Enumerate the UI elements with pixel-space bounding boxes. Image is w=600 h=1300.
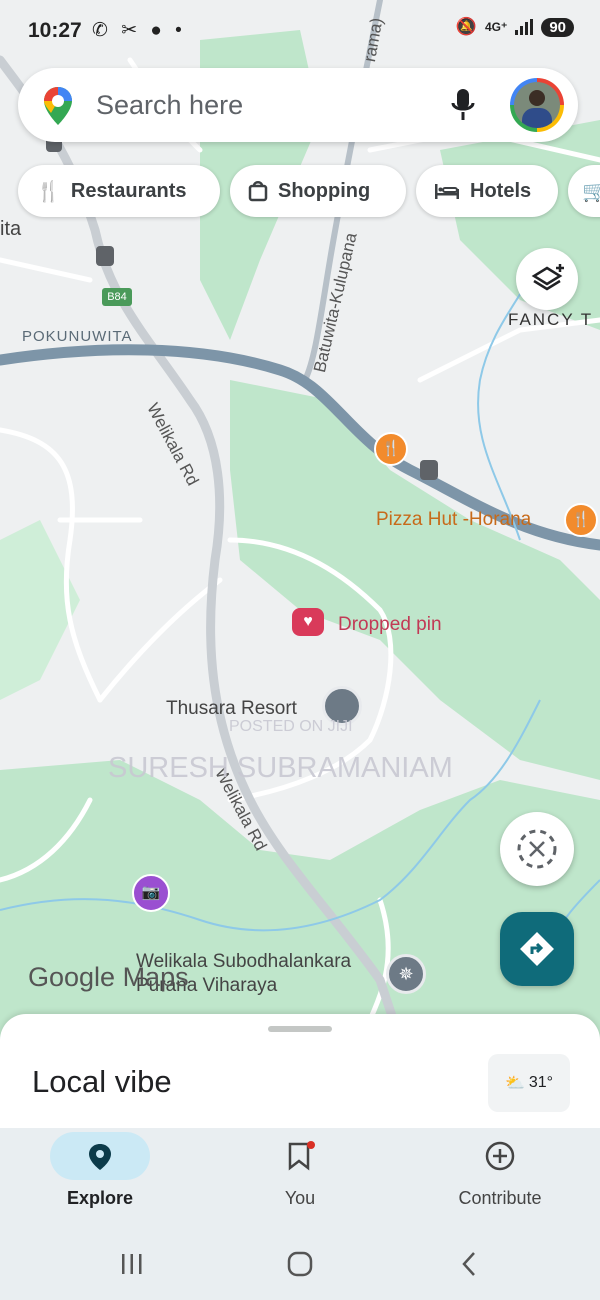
restaurant-pin-icon[interactable]: 🍴 bbox=[374, 432, 408, 466]
bus-stop-icon[interactable] bbox=[420, 460, 438, 480]
chip-shopping[interactable]: Shopping bbox=[230, 165, 406, 217]
notification-icons: ✆ ✂ ● • bbox=[92, 20, 186, 41]
cart-icon: 🛒 bbox=[582, 180, 600, 203]
mute-icon: 🔕 bbox=[455, 17, 477, 36]
back-icon[interactable] bbox=[456, 1250, 484, 1278]
system-navigation-bar bbox=[0, 1228, 600, 1300]
status-right: 🔕 4G⁺ 90 bbox=[456, 17, 574, 37]
shopping-bag-icon bbox=[248, 181, 268, 202]
directions-icon bbox=[520, 932, 554, 966]
google-maps-pin-icon bbox=[44, 87, 72, 125]
avatar-photo bbox=[514, 82, 560, 128]
search-input[interactable]: Search here bbox=[96, 90, 243, 121]
status-time: 10:27 bbox=[28, 19, 82, 42]
restaurant-pin-icon[interactable]: 🍴 bbox=[564, 503, 598, 537]
location-pin-icon bbox=[89, 1144, 111, 1170]
nav-label: Contribute bbox=[458, 1188, 542, 1208]
restaurant-icon: 🍴 bbox=[36, 180, 61, 203]
network-label: 4G⁺ bbox=[484, 20, 508, 34]
map-label-dropped-pin[interactable]: Dropped pin bbox=[338, 614, 442, 636]
search-bar[interactable]: Search here bbox=[18, 68, 578, 142]
bookmark-icon bbox=[288, 1141, 315, 1171]
nav-contribute[interactable]: Contribute bbox=[400, 1128, 600, 1228]
nav-you[interactable]: You bbox=[200, 1128, 400, 1228]
account-avatar[interactable] bbox=[510, 78, 564, 132]
layers-button[interactable] bbox=[516, 248, 578, 310]
battery-indicator: 90 bbox=[541, 17, 574, 37]
weather-temp: 31° bbox=[528, 1074, 554, 1091]
location-crosshair-icon bbox=[517, 829, 557, 869]
chip-label: Restaurants bbox=[70, 179, 187, 202]
map-label-ita: ita bbox=[0, 218, 22, 240]
nav-explore[interactable]: Explore bbox=[0, 1128, 200, 1228]
recent-apps-icon[interactable] bbox=[118, 1250, 146, 1278]
my-location-button[interactable] bbox=[500, 812, 574, 886]
map-label-pizza-hut[interactable]: Pizza Hut -Horana bbox=[376, 509, 531, 531]
watermark-line2: SURESH SUBRAMANIAM bbox=[108, 752, 453, 784]
signal-icon bbox=[515, 19, 534, 35]
map-label-thusara[interactable]: Thusara Resort bbox=[166, 698, 297, 720]
nav-label: Explore bbox=[66, 1188, 134, 1208]
bus-stop-icon[interactable] bbox=[96, 246, 114, 266]
chip-hotels[interactable]: Hotels bbox=[416, 165, 558, 217]
status-bar: 10:27 ✆ ✂ ● • 🔕 4G⁺ 90 bbox=[0, 0, 600, 60]
temple-pin-icon[interactable]: ✵ bbox=[386, 954, 426, 994]
bottom-navigation: Explore You Contribute bbox=[0, 1128, 600, 1228]
directions-button[interactable] bbox=[500, 912, 574, 986]
partly-sunny-icon: ⛅ bbox=[504, 1075, 525, 1092]
bed-icon bbox=[435, 184, 459, 199]
chip-label: Hotels bbox=[470, 179, 532, 202]
microphone-icon[interactable] bbox=[450, 87, 476, 123]
map-label-fancy: FANCY T bbox=[508, 310, 594, 329]
nav-label: You bbox=[284, 1188, 316, 1208]
chip-restaurants[interactable]: 🍴 Restaurants bbox=[18, 165, 220, 217]
map-label-pokunuwita: POKUNUWITA bbox=[22, 328, 133, 345]
chip-label: Shopping bbox=[278, 179, 371, 202]
sheet-title: Local vibe bbox=[32, 1064, 172, 1099]
google-maps-logo: Google Maps bbox=[28, 962, 189, 992]
weather-chip[interactable]: ⛅ 31° bbox=[488, 1054, 570, 1112]
bottom-sheet[interactable]: Local vibe ⛅ 31° bbox=[0, 1014, 600, 1134]
drag-handle[interactable] bbox=[268, 1026, 332, 1032]
watermark-line1: POSTED ON JIJI bbox=[229, 718, 353, 735]
home-icon[interactable] bbox=[286, 1250, 314, 1278]
camera-pin-icon[interactable]: 📷 bbox=[132, 874, 170, 912]
add-circle-icon bbox=[485, 1141, 515, 1171]
dropped-pin-icon[interactable]: ♥ bbox=[292, 608, 324, 636]
road-shield: B84 bbox=[102, 288, 132, 306]
layers-icon bbox=[531, 264, 564, 291]
